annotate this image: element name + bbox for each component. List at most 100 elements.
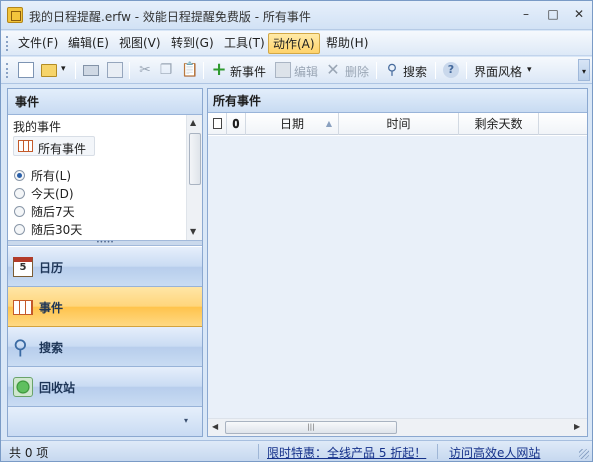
edit-button[interactable]: 编辑 xyxy=(294,63,318,80)
navigation-pane-header: 事件 xyxy=(8,89,202,115)
skin-dropdown-arrow[interactable]: ▾ xyxy=(527,65,532,75)
pane-splitter[interactable]: ••••• xyxy=(8,240,202,246)
nav-events-label: 事件 xyxy=(39,301,64,315)
calendar-icon: 5 xyxy=(13,257,33,277)
window-title: 我的日程提醒.erfw - 效能日程提醒免费版 - 所有事件 xyxy=(29,10,311,24)
all-events-button[interactable]: 所有事件 xyxy=(13,136,95,156)
close-button[interactable]: ✕ xyxy=(567,5,591,23)
item-count: 共 0 项 xyxy=(9,446,49,460)
horizontal-scrollbar[interactable]: ◀ ||| ▶ xyxy=(208,418,587,436)
new-event-button[interactable]: 新事件 xyxy=(230,63,266,80)
filter-all-option[interactable]: 所有(L) xyxy=(14,167,71,184)
column-attachment[interactable]: 𝟎 xyxy=(227,113,246,135)
events-grid-icon xyxy=(13,300,33,315)
scrollbar-thumb[interactable] xyxy=(189,133,201,185)
menu-actions[interactable]: 动作(A) xyxy=(268,33,320,54)
search-icon[interactable]: ⚲ xyxy=(384,62,400,78)
filter-label: 今天(D) xyxy=(31,187,74,201)
toolbar: ▾ ✂ ❐ 📋 + 新事件 编辑 ✕ 删除 ⚲ 搜索 ? 界面风格 ▾ ▾ xyxy=(1,57,592,84)
navigation-pane: 事件 我的事件 所有事件 所有(L) 今天(D) 随后7天 随后30天 ▲ ▼ xyxy=(7,88,203,437)
column-date[interactable]: 日期 ▲ xyxy=(246,113,339,135)
radio-icon[interactable] xyxy=(14,170,25,181)
copy-icon[interactable]: ❐ xyxy=(158,62,174,78)
column-type[interactable] xyxy=(208,113,227,135)
skin-button[interactable]: 界面风格 xyxy=(474,63,522,80)
cut-icon[interactable]: ✂ xyxy=(137,62,153,78)
toolbar-separator xyxy=(129,62,130,79)
toolbar-separator xyxy=(466,62,467,79)
column-days-left[interactable]: 剩余天数 xyxy=(459,113,539,135)
maximize-button[interactable]: □ xyxy=(541,5,565,23)
all-events-label: 所有事件 xyxy=(38,142,87,156)
menu-bar: 文件(F) 编辑(E) 视图(V) 转到(G) 工具(T) 动作(A) 帮助(H… xyxy=(1,31,592,56)
open-folder-icon[interactable] xyxy=(41,64,57,77)
radio-icon[interactable] xyxy=(14,224,25,235)
filter-next30-option[interactable]: 随后30天 xyxy=(14,221,82,238)
scroll-left-icon[interactable]: ◀ xyxy=(212,422,218,431)
filter-next7-option[interactable]: 随后7天 xyxy=(14,203,75,220)
nav-recycle-bin[interactable]: 回收站 xyxy=(8,367,202,407)
delete-button[interactable]: 删除 xyxy=(345,63,369,80)
column-date-label: 日期 xyxy=(279,117,304,131)
help-icon[interactable]: ? xyxy=(443,62,459,78)
menu-goto[interactable]: 转到(G) xyxy=(167,33,218,54)
toolbar-separator xyxy=(435,62,436,79)
toolbar-grip[interactable] xyxy=(6,63,9,78)
filter-label: 所有(L) xyxy=(31,169,72,183)
nav-search-label: 搜索 xyxy=(39,341,64,355)
new-doc-icon[interactable] xyxy=(18,62,34,78)
nav-calendar[interactable]: 5 日历 xyxy=(8,247,202,287)
magnifier-icon: ⚲ xyxy=(13,335,28,359)
menu-view[interactable]: 视图(V) xyxy=(115,33,165,54)
toolbar-overflow-button[interactable]: ▾ xyxy=(578,59,590,81)
status-separator xyxy=(437,444,438,459)
resize-grip[interactable] xyxy=(579,449,589,459)
radio-icon[interactable] xyxy=(14,206,25,217)
filter-label: 随后30天 xyxy=(31,223,83,237)
radio-icon[interactable] xyxy=(14,188,25,199)
minimize-button[interactable]: – xyxy=(514,5,538,23)
filter-label: 随后7天 xyxy=(31,205,75,219)
toolbar-separator xyxy=(376,62,377,79)
toolbar-separator xyxy=(75,62,76,79)
attachment-icon: 𝟎 xyxy=(232,117,240,131)
search-button[interactable]: 搜索 xyxy=(403,63,427,80)
website-link[interactable]: 访问高效e人网站 xyxy=(449,444,540,461)
menubar-grip[interactable] xyxy=(6,36,9,51)
edit-icon[interactable] xyxy=(275,62,291,78)
nav-recycle-bin-label: 回收站 xyxy=(39,381,76,395)
nav-events[interactable]: 事件 xyxy=(8,287,202,327)
open-dropdown-arrow[interactable]: ▾ xyxy=(61,64,66,74)
scroll-down-icon[interactable]: ▼ xyxy=(190,227,196,236)
status-separator xyxy=(258,444,259,459)
print-icon[interactable] xyxy=(83,65,99,76)
title-bar: 我的日程提醒.erfw - 效能日程提醒免费版 - 所有事件 – □ ✕ xyxy=(1,1,592,30)
paste-icon[interactable]: 📋 xyxy=(181,62,198,78)
content-pane: 所有事件 𝟎 日期 ▲ 时间 剩余天数 ◀ ||| ▶ xyxy=(207,88,588,437)
app-icon[interactable] xyxy=(7,7,23,23)
table-header: 𝟎 日期 ▲ 时间 剩余天数 xyxy=(208,113,587,135)
menu-file[interactable]: 文件(F) xyxy=(14,33,62,54)
scroll-right-icon[interactable]: ▶ xyxy=(574,422,580,431)
column-time[interactable]: 时间 xyxy=(339,113,459,135)
event-list[interactable] xyxy=(208,136,587,418)
delete-icon[interactable]: ✕ xyxy=(325,62,341,78)
scroll-up-icon[interactable]: ▲ xyxy=(190,118,196,127)
app-window: 我的日程提醒.erfw - 效能日程提醒免费版 - 所有事件 – □ ✕ 文件(… xyxy=(0,0,593,462)
scrollbar-thumb[interactable]: ||| xyxy=(225,421,397,434)
menu-edit[interactable]: 编辑(E) xyxy=(64,33,113,54)
filter-today-option[interactable]: 今天(D) xyxy=(14,185,74,202)
menu-help[interactable]: 帮助(H) xyxy=(322,33,372,54)
promo-link[interactable]: 限时特惠：全线产品 5 折起！ xyxy=(267,444,426,461)
nav-search[interactable]: ⚲ 搜索 xyxy=(8,327,202,367)
content-pane-header: 所有事件 xyxy=(208,89,587,113)
print-preview-icon[interactable] xyxy=(107,62,123,78)
column-time-label: 时间 xyxy=(386,117,411,131)
menu-tools[interactable]: 工具(T) xyxy=(220,33,269,54)
my-events-scrollbar[interactable]: ▲ ▼ xyxy=(186,115,202,240)
chevron-down-icon[interactable]: ▾ xyxy=(184,416,188,425)
add-icon[interactable]: + xyxy=(211,61,227,79)
nav-overflow-bar[interactable]: ▾ xyxy=(8,407,202,436)
my-events-title: 我的事件 xyxy=(13,120,62,134)
events-grid-icon xyxy=(18,140,33,152)
